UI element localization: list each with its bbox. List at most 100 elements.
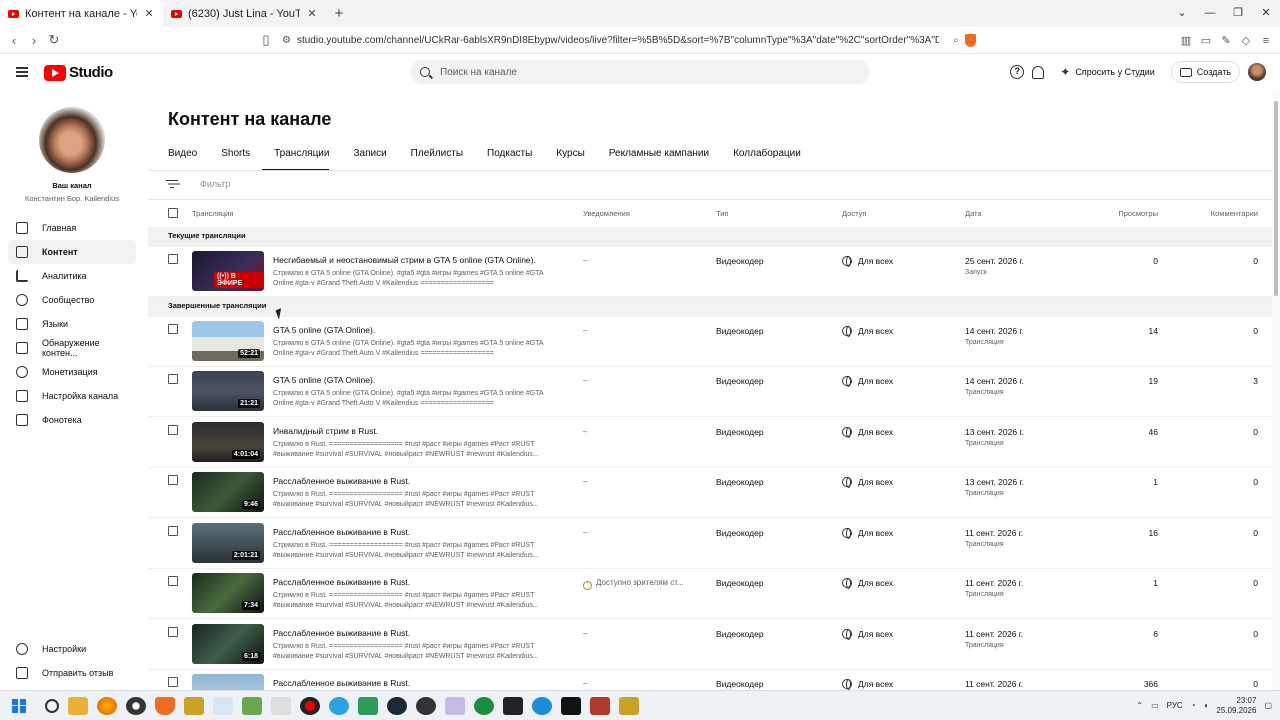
site-info-icon[interactable]: ⚙ <box>282 35 291 46</box>
table-row[interactable]: 4:01:04 Инвалидный стрим в Rust. Стримлю в… <box>148 418 1272 468</box>
language-indicator[interactable]: РУС <box>1167 701 1183 710</box>
row-checkbox[interactable] <box>168 677 178 687</box>
r-app-icon[interactable] <box>183 696 204 715</box>
select-all-checkbox[interactable] <box>168 208 178 218</box>
video-title[interactable]: Расслабленное выживание в Rust. <box>273 678 410 688</box>
record-icon[interactable] <box>299 696 320 715</box>
app-icon[interactable] <box>560 696 581 715</box>
row-checkbox[interactable] <box>168 627 178 637</box>
table-row[interactable]: 52:21 GTA 5 online (GTA Online). Стримлю в… <box>148 317 1272 367</box>
table-row[interactable]: 7:34 Расслабленное выживание в Rust. Стрим… <box>148 569 1272 619</box>
scrollbar-thumb[interactable] <box>1274 101 1278 296</box>
close-window-button[interactable]: ✕ <box>1252 0 1280 27</box>
row-checkbox[interactable] <box>168 475 178 485</box>
video-title[interactable]: Расслабленное выживание в Rust. <box>273 476 410 486</box>
firefox-icon[interactable] <box>96 696 117 715</box>
volume-icon[interactable]: ◖ <box>1204 701 1209 710</box>
video-title[interactable]: Инвалидный стрим в Rust. <box>273 426 378 436</box>
sidebar-icon[interactable]: ▥ <box>1178 34 1194 47</box>
brave-shield-icon[interactable] <box>964 33 976 47</box>
visibility[interactable]: Для всех <box>842 578 893 589</box>
app-icon[interactable] <box>444 696 465 715</box>
column-views[interactable]: Просмотры <box>1118 209 1158 218</box>
sidebar-item-settings[interactable]: Настройки <box>8 637 136 661</box>
visibility[interactable]: Для всех <box>842 326 893 337</box>
video-title[interactable]: GTA 5 online (GTA Online). <box>273 375 375 385</box>
zoom-search-icon[interactable]: ⌕ <box>953 35 959 46</box>
create-button[interactable]: Создать <box>1170 61 1240 83</box>
video-title[interactable]: Расслабленное выживание в Rust. <box>273 628 410 638</box>
sidebar-item-content-detection[interactable]: Обнаружение контен... <box>8 336 136 360</box>
tab-shorts[interactable]: Shorts <box>209 147 262 171</box>
filter-bar[interactable]: Фильтр <box>166 177 1272 191</box>
vpn-icon[interactable]: ◇ <box>1238 34 1254 47</box>
app-icon[interactable] <box>415 696 436 715</box>
r-app-icon[interactable] <box>618 696 639 715</box>
sidebar-item-audio-library[interactable]: Фонотека <box>8 408 136 432</box>
tab-search-icon[interactable]: ⌄ <box>1168 0 1196 27</box>
xbox-icon[interactable] <box>473 696 494 715</box>
tab-promotions[interactable]: Рекламные кампании <box>597 147 721 171</box>
column-notifications[interactable]: Уведомления <box>583 209 630 218</box>
sidebar-item-customization[interactable]: Настройка канала <box>8 384 136 408</box>
sidebar-item-community[interactable]: Сообщество <box>8 288 136 312</box>
visibility[interactable]: Для всех <box>842 256 893 267</box>
video-thumbnail[interactable]: 52:21 <box>192 321 264 361</box>
table-row[interactable]: 9:46 Расслабленное выживание в Rust. Стрим… <box>148 468 1272 518</box>
reload-icon[interactable]: ↻ <box>44 32 64 48</box>
video-thumbnail[interactable]: 9:46 <box>192 472 264 512</box>
app-icon[interactable] <box>270 696 291 715</box>
menu-icon[interactable]: ≡ <box>1258 35 1274 47</box>
table-row[interactable]: Расслабленное выживание в Rust. – Видеокод… <box>148 670 1272 690</box>
notifications-icon[interactable]: ▢ <box>1264 701 1272 710</box>
tab-videos[interactable]: Видео <box>168 147 209 171</box>
row-checkbox[interactable] <box>168 425 178 435</box>
table-row[interactable]: 2:01:21 Расслабленное выживание в Rust. Ст… <box>148 519 1272 569</box>
notifications-bell-icon[interactable] <box>1032 65 1045 79</box>
obs-icon[interactable] <box>125 696 146 715</box>
file-explorer-icon[interactable] <box>67 696 88 715</box>
extensions-icon[interactable]: ✎ <box>1218 34 1234 47</box>
sidebar-item-analytics[interactable]: Аналитика <box>8 264 136 288</box>
visibility[interactable]: Для всех <box>842 629 893 640</box>
tab-podcasts[interactable]: Подкасты <box>475 147 544 171</box>
row-checkbox[interactable] <box>168 324 178 334</box>
forward-icon[interactable]: › <box>24 33 44 48</box>
clock[interactable]: 23:07 25.09.2026 <box>1216 696 1256 716</box>
tab-collaborations[interactable]: Коллаборации <box>721 147 813 171</box>
tab-live[interactable]: Трансляции <box>262 147 341 171</box>
column-comments[interactable]: Комментарии <box>1211 209 1258 218</box>
app-icon[interactable] <box>589 696 610 715</box>
ask-studio-button[interactable]: ✦ Спросить у Студии <box>1052 61 1163 83</box>
channel-avatar[interactable] <box>39 107 105 173</box>
app-icon[interactable] <box>357 696 378 715</box>
tray-chevron-icon[interactable]: ⌃ <box>1136 701 1143 710</box>
sidebar-item-feedback[interactable]: Отправить отзыв <box>8 661 136 685</box>
tab-playlists[interactable]: Плейлисты <box>399 147 475 171</box>
video-thumbnail[interactable]: 21:21 <box>192 371 264 411</box>
close-tab-icon[interactable]: ✕ <box>306 7 318 20</box>
close-tab-icon[interactable]: ✕ <box>143 7 155 20</box>
video-title[interactable]: Расслабленное выживание в Rust. <box>273 527 410 537</box>
visibility[interactable]: Для всех <box>842 376 893 387</box>
tab-courses[interactable]: Курсы <box>544 147 596 171</box>
row-checkbox[interactable] <box>168 526 178 536</box>
hamburger-menu-icon[interactable] <box>16 67 28 77</box>
column-access[interactable]: Доступ <box>842 209 866 218</box>
app-icon[interactable] <box>212 696 233 715</box>
sidebar-item-dashboard[interactable]: Главная <box>8 216 136 240</box>
app-icon[interactable] <box>502 696 523 715</box>
visibility[interactable]: Для всех <box>842 679 893 690</box>
sidebar-item-monetization[interactable]: Монетизация <box>8 360 136 384</box>
studio-logo[interactable]: Studio <box>44 64 113 81</box>
video-thumbnail[interactable]: 4:01:04 <box>192 422 264 462</box>
back-icon[interactable]: ‹ <box>4 33 24 48</box>
app-icon[interactable] <box>531 696 552 715</box>
visibility[interactable]: Для всех <box>842 477 893 488</box>
filter-icon[interactable] <box>166 179 178 189</box>
column-video[interactable]: Трансляция <box>192 209 233 218</box>
network-icon[interactable]: ▭ <box>1151 701 1159 710</box>
table-row[interactable]: 21:21 GTA 5 online (GTA Online). Стримлю в… <box>148 367 1272 417</box>
windows-start-icon[interactable] <box>12 698 26 713</box>
video-thumbnail[interactable]: 2:01:21 <box>192 523 264 563</box>
